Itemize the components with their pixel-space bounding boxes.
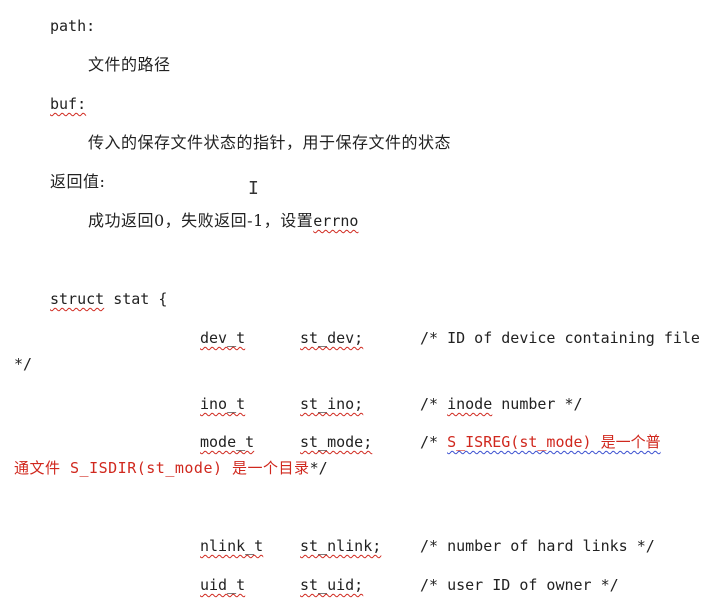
mode-comment-wrap: 通文件 S_ISDIR(st_mode) 是一个目录*/: [14, 458, 328, 478]
comment-close-mode: */: [309, 459, 328, 477]
field-type-uid: uid_t: [200, 576, 246, 594]
comment-rest: number */: [501, 395, 583, 413]
return-desc: 成功返回0，失败返回-1，设置errno: [88, 211, 358, 231]
return-desc-text: 成功返回0，失败返回-1，设置: [88, 211, 314, 230]
struct-name: stat {: [113, 290, 168, 308]
inode-word: inode: [447, 395, 493, 413]
field-comment-dev: /* ID of device containing file: [420, 329, 700, 347]
mode-red-wrap: 通文件 S_ISDIR(st_mode) 是一个目录: [14, 459, 310, 477]
field-name-ino: st_ino;: [300, 395, 364, 413]
param-path-desc: 文件的路径: [88, 55, 171, 74]
comment-open: /*: [420, 395, 439, 413]
field-comment-uid: /* user ID of owner */: [420, 576, 619, 594]
buf-word: buf:: [50, 95, 87, 113]
mode-red-text: S_ISREG(st_mode) 是一个普: [447, 433, 661, 451]
field-name-dev: st_dev;: [300, 329, 364, 347]
field-comment-ino: /* inode number */: [420, 394, 583, 414]
return-label: 返回值:: [50, 172, 106, 191]
param-path-label: path:: [50, 17, 96, 35]
document-page: path: 文件的路径 buf: 传入的保存文件状态的指针，用于保存文件的状态 …: [0, 0, 728, 601]
field-type-dev: dev_t: [200, 329, 246, 347]
field-type-ino: ino_t: [200, 395, 246, 413]
field-name-mode: st_mode;: [300, 433, 373, 451]
param-buf-label: buf:: [50, 94, 86, 114]
field-type-nlink: nlink_t: [200, 537, 264, 555]
struct-header: struct stat {: [50, 289, 167, 309]
comment-open: /*: [420, 433, 439, 451]
field-name-uid: st_uid;: [300, 576, 364, 594]
field-name-nlink: st_nlink;: [300, 537, 382, 555]
comment-close-dev: */: [14, 355, 33, 373]
struct-keyword: struct: [50, 290, 105, 308]
field-type-mode: mode_t: [200, 433, 255, 451]
field-comment-mode: /* S_ISREG(st_mode) 是一个普: [420, 432, 661, 452]
field-comment-nlink: /* number of hard links */: [420, 537, 655, 555]
text-cursor-icon: I: [248, 178, 259, 199]
errno-word: errno: [313, 212, 359, 230]
param-buf-desc: 传入的保存文件状态的指针，用于保存文件的状态: [88, 133, 452, 152]
